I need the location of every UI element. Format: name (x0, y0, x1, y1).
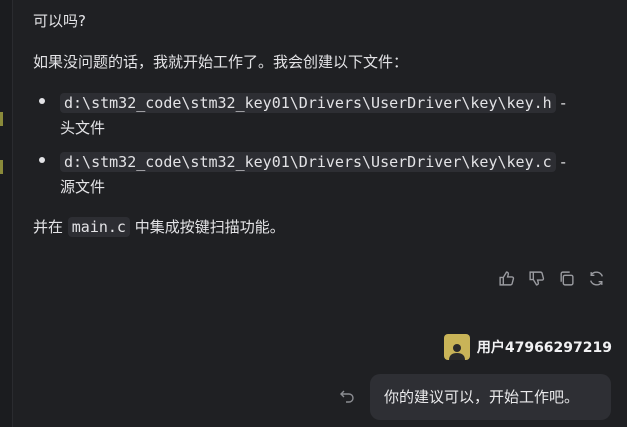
avatar (443, 334, 470, 360)
regenerate-icon[interactable] (588, 270, 605, 287)
bullet-icon (39, 98, 45, 104)
message-text: 如果没问题的话，我就开始工作了。我会创建以下文件： (33, 53, 409, 71)
file-description: 源文件 (60, 178, 106, 196)
inline-code: main.c (67, 217, 130, 237)
user-name: 用户47966297219 (476, 340, 612, 356)
left-rail (0, 0, 13, 427)
copy-icon[interactable] (558, 270, 575, 287)
thumbs-down-icon[interactable] (528, 270, 545, 287)
message-text: 并在 main.c 中集成按键扫描功能。 (33, 217, 285, 237)
thumbs-up-icon[interactable] (498, 270, 515, 287)
separator: - (555, 94, 566, 112)
separator: - (555, 153, 566, 171)
rail-marker (0, 112, 3, 126)
user-message-bubble: 你的建议可以，开始工作吧。 (370, 374, 611, 420)
inline-code: d:\stm32_code\stm32_key01\Drivers\UserDr… (60, 152, 556, 172)
message-text: 可以吗? (33, 12, 86, 30)
undo-icon[interactable] (339, 388, 355, 404)
rail-marker (0, 160, 3, 174)
user-header: 用户47966297219 (443, 334, 612, 360)
file-description: 头文件 (60, 119, 106, 137)
message-actions (498, 270, 605, 287)
user-icon (448, 344, 465, 360)
bullet-icon (39, 157, 45, 163)
inline-code: d:\stm32_code\stm32_key01\Drivers\UserDr… (60, 93, 556, 113)
